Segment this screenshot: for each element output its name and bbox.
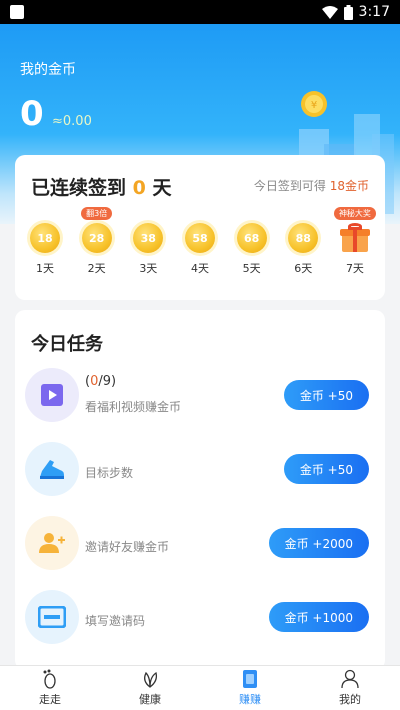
mystery-prize-tag: 神秘大奖 — [333, 207, 376, 220]
add-friend-icon — [25, 516, 79, 570]
task-enter-invite-code: 填写邀请码 金币 +1000 — [15, 590, 385, 650]
day-label: 7天 — [345, 262, 364, 275]
coin-icon: 68 — [236, 223, 267, 253]
signin-card: 已连续签到 0 天 今日签到可得 18金币 18 1天 翻3倍 28 2天 38… — [15, 155, 385, 300]
claim-button[interactable]: 金币 +2000 — [268, 528, 369, 558]
coin-icon: 38 — [133, 223, 164, 253]
signin-hint-text: 今日签到可得 — [253, 179, 326, 193]
signin-day-6[interactable]: 88 6天 — [281, 223, 325, 276]
claim-button[interactable]: 金币 +50 — [283, 454, 369, 484]
battery-icon — [343, 4, 353, 20]
signin-day-2[interactable]: 翻3倍 28 2天 — [75, 207, 119, 276]
claim-button[interactable]: 金币 +50 — [283, 380, 369, 410]
status-bar: 3:17 — [0, 0, 400, 24]
nav-label: 走走 — [39, 693, 61, 706]
nav-label: 我的 — [339, 693, 361, 706]
notification-icon — [10, 5, 24, 19]
progress-rest: /9) — [98, 374, 117, 389]
signin-hint: 今日签到可得 18金币 — [254, 177, 369, 194]
coin-icon: 88 — [288, 223, 319, 253]
svg-text:¥: ¥ — [311, 100, 317, 111]
video-play-icon — [25, 368, 79, 422]
nav-earn[interactable]: 赚赚 — [200, 666, 300, 710]
nav-walk[interactable]: 走走 — [0, 666, 100, 710]
coin-icon: 18 — [30, 223, 60, 253]
wifi-icon — [321, 5, 338, 19]
nav-label: 健康 — [139, 693, 161, 706]
claim-button[interactable]: 金币 +1000 — [268, 602, 369, 632]
task-watch-video: (0/9) 看福利视频赚金币 金币 +50 — [15, 368, 385, 428]
task-desc: 填写邀请码 — [85, 614, 146, 628]
task-invite-friends: 邀请好友赚金币 金币 +2000 — [15, 516, 385, 576]
task-progress: (0/9) — [85, 374, 116, 389]
nav-label: 赚赚 — [239, 693, 261, 706]
bonus-tag: 翻3倍 — [81, 207, 113, 220]
task-desc: 邀请好友赚金币 — [85, 540, 170, 554]
nav-mine[interactable]: 我的 — [300, 666, 400, 710]
header-title: 我的金币 — [20, 62, 76, 78]
coin-amount: 0 — [20, 94, 44, 134]
signin-day-1[interactable]: 18 1天 — [23, 223, 67, 276]
day-label: 4天 — [190, 262, 209, 275]
leaf-icon — [144, 671, 158, 688]
tasks-card: 今日任务 (0/9) 看福利视频赚金币 金币 +50 目标步数 金币 +50 邀… — [15, 310, 385, 670]
user-icon — [341, 669, 359, 689]
signin-day-4[interactable]: 58 4天 — [178, 223, 222, 276]
signin-day-5[interactable]: 68 5天 — [230, 223, 274, 276]
day-label: 6天 — [294, 262, 313, 275]
sneaker-icon — [25, 442, 79, 496]
signin-day-3[interactable]: 38 3天 — [126, 223, 170, 276]
gift-icon — [339, 223, 370, 253]
nav-health[interactable]: 健康 — [100, 666, 200, 710]
tasks-title: 今日任务 — [31, 334, 103, 355]
day-label: 1天 — [36, 262, 54, 275]
day-label: 2天 — [87, 262, 106, 275]
coin-icon: 58 — [184, 223, 215, 253]
day-label: 3天 — [139, 262, 158, 275]
signin-prefix: 已连续签到 — [31, 177, 127, 199]
signin-streak-title: 已连续签到 0 天 — [31, 173, 172, 200]
invite-code-icon — [25, 590, 79, 644]
status-time: 3:17 — [358, 4, 390, 20]
task-desc: 目标步数 — [85, 466, 134, 480]
footprint-icon — [43, 669, 56, 689]
earn-icon — [243, 670, 257, 688]
signin-days: 18 1天 翻3倍 28 2天 38 3天 58 4天 68 5天 88 6天 … — [23, 207, 377, 276]
task-step-goal: 目标步数 金币 +50 — [15, 442, 385, 502]
signin-streak-count: 0 — [132, 177, 146, 199]
signin-day-7[interactable]: 神秘大奖 7天 — [333, 207, 377, 276]
signin-hint-reward: 18金币 — [329, 179, 369, 193]
coin-approx-value: ≈0.00 — [52, 114, 92, 129]
task-desc: 看福利视频赚金币 — [85, 400, 182, 414]
day-label: 5天 — [242, 262, 261, 275]
bottom-nav: 走走 健康 赚赚 我的 — [0, 665, 400, 710]
coin-icon: 28 — [81, 223, 112, 253]
signin-suffix: 天 — [152, 177, 172, 199]
